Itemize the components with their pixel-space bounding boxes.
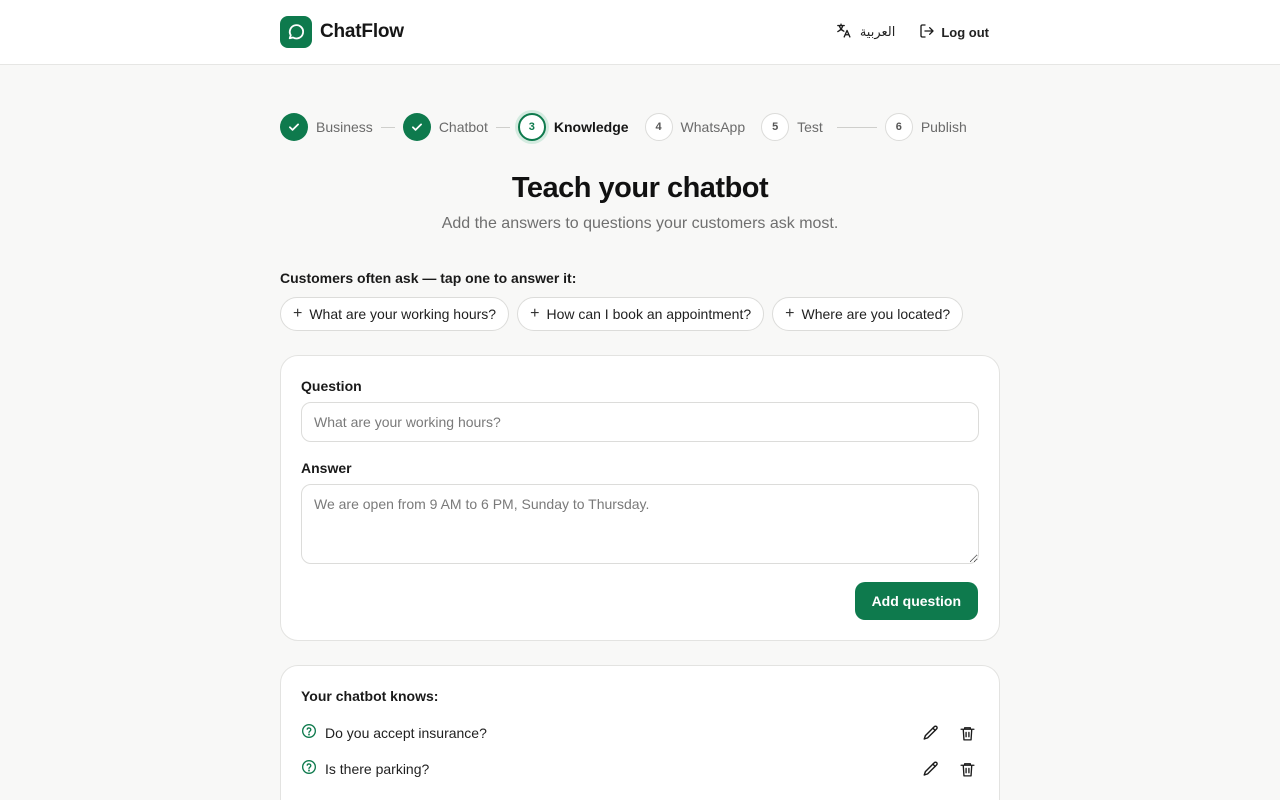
suggestion-chips: + What are your working hours? + How can… [280, 297, 964, 331]
brand[interactable]: ChatFlow [280, 16, 404, 48]
step-number: 6 [884, 113, 913, 141]
help-circle-icon [301, 723, 317, 744]
plus-icon: + [530, 305, 540, 322]
step-label: Test [797, 119, 823, 135]
question-label: Question [301, 378, 362, 394]
translate-icon [835, 22, 852, 42]
chip-label: How can I book an appointment? [546, 306, 752, 322]
question-input[interactable] [301, 402, 979, 442]
pencil-icon[interactable] [919, 721, 943, 745]
add-question-button[interactable]: Add question [854, 582, 978, 620]
pencil-icon[interactable] [919, 757, 943, 781]
brand-name: ChatFlow [320, 21, 404, 42]
step-chatbot[interactable]: Chatbot [402, 113, 488, 141]
logout-icon [919, 23, 935, 42]
step-connector [836, 126, 877, 128]
step-connector [380, 126, 395, 128]
plus-icon: + [293, 305, 303, 322]
language-switch[interactable]: العربية [835, 22, 896, 42]
step-number: 5 [761, 113, 790, 141]
suggestion-chip[interactable]: + Where are you located? [772, 297, 964, 331]
step-label: Chatbot [438, 119, 488, 135]
list-item: Do you accept insurance? [301, 721, 979, 745]
onboarding-stepper: Business Chatbot 3 Knowledge 4 WhatsApp … [280, 112, 1000, 142]
help-circle-icon [301, 759, 317, 780]
step-number: 4 [644, 113, 673, 141]
step-label: Knowledge [553, 119, 629, 135]
step-test[interactable]: 5 Test [761, 113, 823, 141]
step-connector [495, 126, 510, 128]
knowledge-list-card: Your chatbot knows: Do you accept insura… [280, 665, 1000, 800]
chat-bubble-icon [280, 16, 312, 48]
chip-label: Where are you located? [801, 306, 951, 322]
answer-textarea[interactable] [301, 484, 979, 564]
add-question-card: Question Answer Add question [280, 355, 1000, 641]
step-label: Publish [920, 119, 967, 135]
step-publish[interactable]: 6 Publish [884, 113, 967, 141]
trash-icon[interactable] [955, 757, 979, 781]
suggestion-chip[interactable]: + How can I book an appointment? [517, 297, 765, 331]
step-knowledge[interactable]: 3 Knowledge [517, 113, 629, 141]
logout-label: Log out [941, 24, 989, 40]
list-item: Is there parking? [301, 757, 979, 781]
step-label: Business [316, 119, 373, 135]
check-icon [280, 113, 308, 141]
list-item-question: Is there parking? [325, 761, 430, 777]
step-whatsapp[interactable]: 4 WhatsApp [644, 113, 746, 141]
plus-icon: + [785, 305, 795, 322]
suggestion-chip[interactable]: + What are your working hours? [280, 297, 510, 331]
page-title: Teach your chatbot [511, 172, 769, 204]
step-number: 3 [517, 113, 546, 141]
knowledge-list-title: Your chatbot knows: [301, 688, 439, 704]
check-icon [402, 113, 431, 141]
logout-button[interactable]: Log out [919, 23, 989, 42]
page-subtitle: Add the answers to questions your custom… [441, 215, 839, 232]
suggestions-label: Customers often ask — tap one to answer … [280, 270, 577, 286]
trash-icon[interactable] [955, 721, 979, 745]
top-bar: ChatFlow العربية Log out [0, 0, 1280, 65]
step-label: WhatsApp [680, 119, 746, 135]
step-business[interactable]: Business [280, 113, 373, 141]
answer-label: Answer [301, 460, 352, 476]
list-item-question: Do you accept insurance? [325, 725, 487, 741]
language-label: العربية [859, 24, 896, 39]
chip-label: What are your working hours? [309, 306, 497, 322]
